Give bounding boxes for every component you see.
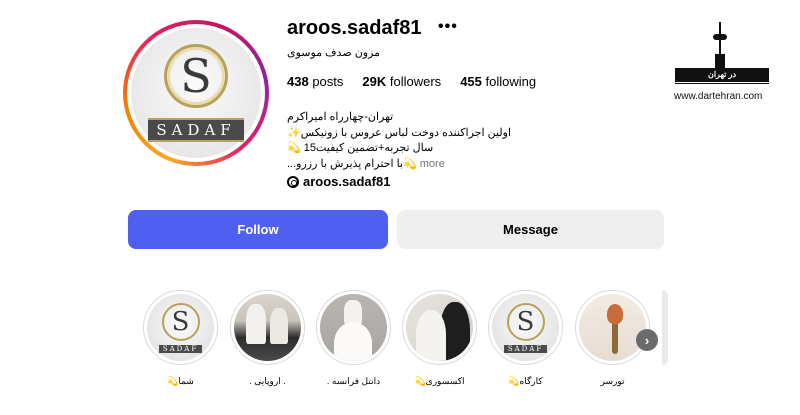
highlight-item-partial[interactable] [662,290,668,365]
highlight-ring [402,290,477,365]
profile-avatar[interactable]: S SADAF [123,20,269,166]
bio-line: ...با احترام پذیرش با رزرو💫 [287,157,417,170]
highlight-logo-word: SADAF [158,344,203,353]
highlight-cover-logo: S SADAF [147,294,214,361]
watermark-url: www.dartehran.com [674,91,763,102]
avatar-logo-word: SADAF [148,118,244,142]
follow-button[interactable]: Follow [128,210,388,249]
profile-full-name: مزون صدف موسوی [287,47,381,59]
watermark-divider [675,83,769,84]
highlight-item[interactable]: S SADAF شما💫 [143,290,218,387]
highlight-ring [316,290,391,365]
highlight-label: . اروپایی . [249,376,286,386]
highlight-cover-image [234,294,301,361]
highlight-item[interactable]: اکسسوری💫 [402,290,477,387]
threads-handle: aroos.sadaf81 [303,174,391,189]
highlight-logo-letter: S [161,302,200,341]
bio-line: تهران-چهارراه امیراکرم [287,111,394,123]
highlight-label: دانتل فرانسه . [326,376,381,386]
watermark-brand: در تهران [675,68,769,82]
highlight-ring [230,290,305,365]
highlight-cover-image [579,294,646,361]
chevron-right-icon[interactable]: › [636,329,658,351]
highlight-item[interactable]: S SADAF کارگاه💫 [488,290,563,387]
message-button[interactable]: Message [397,210,664,249]
highlight-label: کارگاه💫 [508,376,543,386]
avatar-image: S SADAF [131,28,261,158]
posts-count: 438 [287,74,309,89]
highlight-ring: S SADAF [488,290,563,365]
milad-tower-icon [710,22,730,68]
highlight-cover-image [320,294,387,361]
bio-line: 💫 15سال تجربه+تضمین کیفیت [287,142,434,154]
highlight-cover-image [406,294,473,361]
posts-label: posts [312,74,344,89]
avatar-logo-letter: S [164,44,228,108]
highlight-item[interactable]: . اروپایی . [230,290,305,387]
following-stat[interactable]: 455 following [460,74,536,89]
bio-line: ✨اولین اجراکننده دوخت لباس عروس با زونیک… [287,126,511,139]
bio-more-link[interactable]: more [420,158,445,170]
profile-bio: تهران-چهارراه امیراکرم ✨اولین اجراکننده … [287,110,511,172]
following-count: 455 [460,74,482,89]
highlight-ring: S SADAF [143,290,218,365]
highlight-label: شما💫 [167,376,194,386]
threads-link[interactable]: aroos.sadaf81 [287,174,390,189]
highlight-label: تورسر [600,376,625,386]
posts-stat: 438 posts [287,74,343,89]
avatar-frame: S SADAF [127,24,265,162]
highlight-ring [575,290,650,365]
followers-count: 29K [362,74,387,89]
highlight-item[interactable]: دانتل فرانسه . [316,290,391,387]
following-label: following [485,74,537,89]
followers-label: followers [389,74,442,89]
threads-icon [287,175,299,188]
followers-stat[interactable]: 29K followers [362,74,441,89]
profile-stats: 438 posts 29K followers 455 following [287,74,536,89]
highlight-label: اکسسوری💫 [414,376,465,386]
highlight-logo-word: SADAF [503,344,548,353]
highlight-cover-logo: S SADAF [492,294,559,361]
highlight-logo-letter: S [506,302,545,341]
profile-username: aroos.sadaf81 [287,17,422,39]
bio-last-line: ...با احترام پذیرش با رزرو💫 more [287,157,511,173]
more-options-icon[interactable]: ••• [438,18,458,36]
